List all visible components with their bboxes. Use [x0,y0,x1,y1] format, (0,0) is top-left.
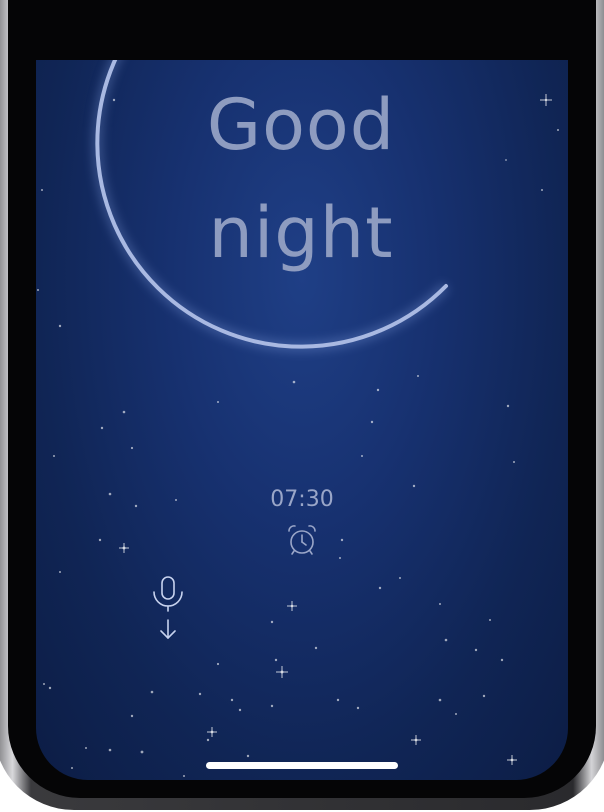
greeting-line-2: night [208,192,394,274]
microphone-icon[interactable] [148,574,188,644]
home-indicator[interactable] [206,762,398,769]
sleep-screen: Good night 07:30 [36,60,568,780]
arrow-down-icon [160,619,176,639]
alarm-time[interactable]: 07:30 [252,487,352,512]
alarm-clock-icon[interactable] [284,522,320,558]
greeting-line-1: Good [206,84,396,166]
sleep-progress-arc [92,60,450,352]
